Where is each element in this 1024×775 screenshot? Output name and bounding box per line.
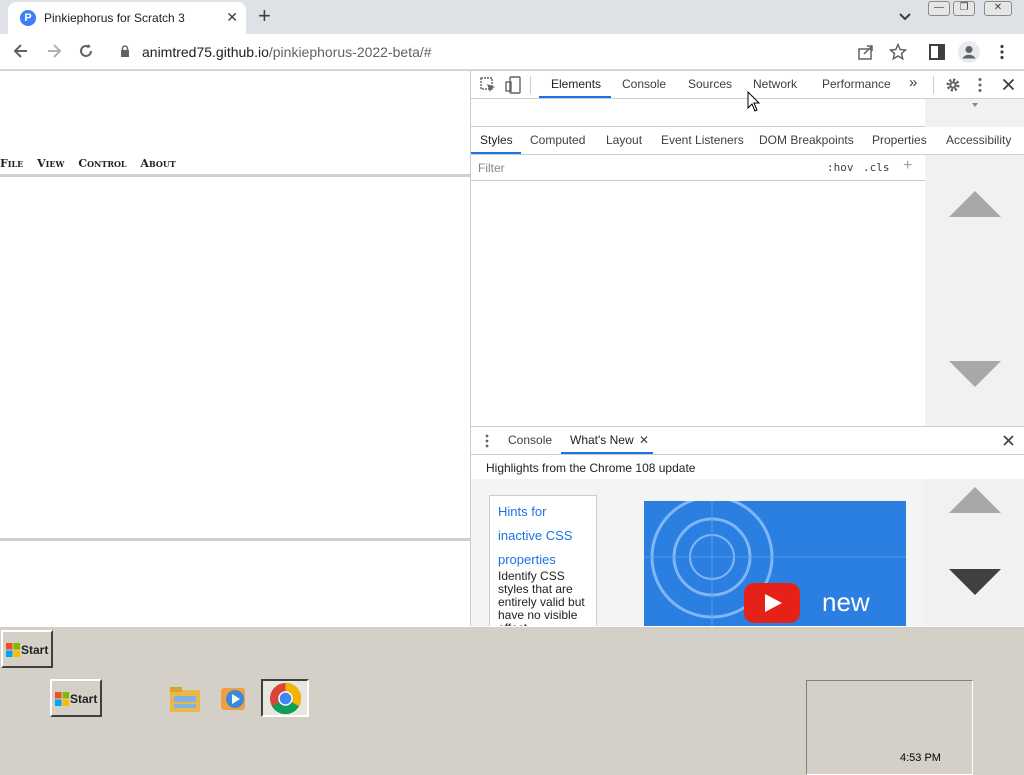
whats-new-card[interactable]: Hints for inactive CSS properties Identi… [489, 495, 597, 635]
drawer-tab-whats-new[interactable]: What's New [570, 433, 634, 447]
tab-title: Pinkiephorus for Scratch 3 [44, 11, 185, 25]
bookmark-star-icon[interactable] [889, 43, 907, 61]
drawer-tab-console[interactable]: Console [508, 433, 552, 447]
chrome-icon [269, 682, 302, 715]
tab-computed[interactable]: Computed [530, 133, 585, 147]
menu-file[interactable]: File [0, 157, 23, 170]
windows-flag-icon-2 [55, 692, 69, 706]
omnibox[interactable]: animtred75.github.io/pinkiephorus-2022-b… [108, 38, 920, 66]
dom-tree-scrollbar[interactable] [925, 99, 1024, 127]
taskbar: Start Start [0, 626, 1024, 775]
inspect-element-icon[interactable] [480, 77, 496, 93]
drawer-menu-kebab-icon[interactable] [484, 434, 490, 448]
system-tray [806, 680, 973, 775]
stage-area[interactable] [0, 177, 470, 538]
taskbar-clock: 4:53 PM [900, 752, 941, 764]
devtools-drawer: Console What's New ✕ Highlights from the… [471, 426, 1024, 641]
whats-new-video-thumbnail[interactable]: new [644, 501, 906, 641]
tab-elements[interactable]: Elements [551, 77, 601, 91]
settings-gear-icon[interactable] [945, 77, 961, 93]
start-label: Start [21, 643, 49, 657]
tab-console[interactable]: Console [622, 77, 666, 91]
scroll-up-arrow-icon[interactable] [949, 191, 1001, 217]
tab-dom-breakpoints[interactable]: DOM Breakpoints [759, 133, 854, 147]
video-overlay-text: new [822, 587, 870, 617]
tab-close-icon[interactable]: ✕ [226, 9, 238, 26]
browser-tab[interactable]: P Pinkiephorus for Scratch 3 ✕ [8, 2, 246, 34]
hov-toggle[interactable]: :hov [827, 161, 854, 174]
tab-properties[interactable]: Properties [872, 133, 927, 147]
media-player-icon[interactable] [216, 682, 250, 716]
menu-about[interactable]: About [140, 157, 175, 170]
browser-menu-kebab-icon[interactable] [996, 44, 1008, 60]
drawer-tabs: Console What's New ✕ [471, 427, 1024, 455]
tab-event-listeners[interactable]: Event Listeners [661, 133, 744, 147]
start-label-2: Start [70, 692, 98, 706]
devtools-panel: Elements Console Sources Network Perform… [470, 71, 1024, 641]
card-title-link[interactable]: Hints for inactive CSS properties [498, 500, 593, 572]
start-button[interactable]: Start [1, 630, 53, 668]
close-window-icon[interactable]: ✕ [984, 1, 1012, 16]
address-toolbar: animtred75.github.io/pinkiephorus-2022-b… [0, 34, 1024, 70]
toolbar-divider-2 [933, 76, 934, 94]
tab-strip: P Pinkiephorus for Scratch 3 ✕ + — ❐ ✕ [0, 0, 1024, 34]
stage-bottom-border [0, 538, 470, 541]
tab-search-chevron-icon[interactable] [897, 8, 913, 24]
url-path: /pinkiephorus-2022-beta/# [268, 44, 432, 60]
pinkiephorus-favicon-icon: P [20, 10, 36, 26]
page-menubar: File View Control About [0, 157, 186, 171]
styles-filter-input[interactable]: Filter [478, 161, 505, 175]
devtools-menu-kebab-icon[interactable] [975, 77, 985, 93]
minimize-window-icon[interactable]: — [928, 1, 950, 16]
device-toolbar-icon[interactable] [505, 76, 521, 94]
tab-layout[interactable]: Layout [606, 133, 642, 147]
drawer-scrollbar[interactable] [925, 479, 1024, 627]
whats-new-underline [561, 452, 653, 454]
back-arrow-icon[interactable] [12, 42, 30, 60]
tab-network[interactable]: Network [753, 77, 797, 91]
drawer-scroll-down-icon[interactable] [949, 569, 1001, 595]
tab-performance[interactable]: Performance [822, 77, 891, 91]
share-icon[interactable] [857, 44, 875, 60]
tab-styles[interactable]: Styles [480, 133, 513, 147]
start-button-2[interactable]: Start [50, 679, 102, 717]
file-explorer-icon[interactable] [168, 682, 202, 716]
page-viewport: File View Control About [0, 71, 470, 626]
styles-pane[interactable] [471, 181, 925, 426]
mouse-cursor-icon [747, 91, 761, 112]
profile-avatar-icon[interactable] [958, 41, 980, 63]
chrome-taskbar-button[interactable] [261, 679, 309, 717]
new-style-rule-icon[interactable]: + [903, 157, 912, 175]
tab-sources[interactable]: Sources [688, 77, 732, 91]
toolbar-divider [530, 76, 531, 94]
more-tabs-icon[interactable]: » [909, 74, 917, 91]
forward-arrow-icon[interactable] [45, 42, 63, 60]
restore-window-icon[interactable]: ❐ [953, 1, 975, 16]
side-panel-icon[interactable] [929, 44, 945, 60]
close-whats-new-icon[interactable]: ✕ [639, 433, 649, 447]
tab-elements-underline [539, 96, 611, 98]
menu-control[interactable]: Control [78, 157, 126, 170]
close-devtools-icon[interactable] [1002, 78, 1015, 91]
reload-icon[interactable] [77, 42, 95, 60]
lock-icon [121, 45, 129, 57]
styles-subtabs: Styles Computed Layout Event Listeners D… [471, 127, 1024, 155]
scroll-down-arrow-icon[interactable] [949, 361, 1001, 387]
new-tab-button[interactable]: + [258, 5, 271, 27]
dom-tree-area[interactable] [471, 99, 925, 127]
whats-new-heading: Highlights from the Chrome 108 update [486, 461, 696, 475]
windows-flag-icon [6, 643, 20, 657]
close-drawer-icon[interactable] [1003, 435, 1014, 446]
url-host: animtred75.github.io [142, 44, 269, 60]
tab-accessibility[interactable]: Accessibility [946, 133, 1011, 147]
styles-scrollbar[interactable] [925, 155, 1024, 426]
tab-styles-underline [471, 152, 521, 154]
menu-view[interactable]: View [37, 157, 64, 170]
scroll-down-small-icon[interactable] [971, 101, 979, 109]
cls-toggle[interactable]: .cls [863, 161, 890, 174]
styles-filter-row: Filter :hov .cls + [471, 155, 925, 181]
youtube-play-icon[interactable] [744, 583, 800, 623]
drawer-scroll-up-icon[interactable] [949, 487, 1001, 513]
